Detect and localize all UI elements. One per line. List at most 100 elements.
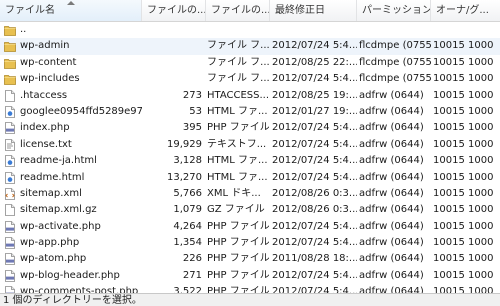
file-name: index.php bbox=[20, 122, 70, 134]
owner-group: 10015 1000 bbox=[433, 269, 494, 281]
file-list: .. wp-admin ファイル フ... 2012/07/24 5:4... flcd… bbox=[0, 22, 500, 301]
permissions: adfrw (0644) bbox=[359, 253, 424, 265]
file-icon bbox=[4, 204, 16, 217]
file-row[interactable]: .htaccess 273 HTACCESS... 2012/08/25 19:...… bbox=[0, 88, 500, 104]
file-size: 226 bbox=[182, 253, 202, 265]
file-size: 1,079 bbox=[173, 204, 202, 216]
file-size: 53 bbox=[189, 105, 202, 117]
column-header-bar: ファイル名 ファイルの... ファイルの... 最終修正日 パーミッション オー… bbox=[0, 0, 500, 22]
column-header-label: 最終修正日 bbox=[275, 5, 325, 16]
file-row[interactable]: wp-activate.php 4,264 PHP ファイル 2012/07/24 5… bbox=[0, 219, 500, 235]
column-header-owner-group[interactable]: オーナ/グ... bbox=[431, 0, 500, 21]
file-row[interactable]: readme.html 13,270 HTML ファ... 2012/07/24 5:… bbox=[0, 170, 500, 186]
owner-group: 10015 1000 bbox=[433, 204, 494, 216]
file-icon bbox=[4, 89, 16, 102]
file-size: 5,766 bbox=[173, 187, 202, 199]
owner-group: 10015 1000 bbox=[433, 56, 494, 68]
modified-date: 2012/07/24 5:4... bbox=[272, 122, 357, 134]
permissions: adfrw (0644) bbox=[359, 155, 424, 167]
column-header-permissions[interactable]: パーミッション bbox=[357, 0, 431, 21]
file-row[interactable]: wp-atom.php 226 PHP ファイル 2011/08/28 18:... a… bbox=[0, 251, 500, 267]
file-type: XML ドキ... bbox=[207, 187, 261, 199]
owner-group: 10015 1000 bbox=[433, 187, 494, 199]
html-file-icon bbox=[4, 171, 16, 184]
file-name: .. bbox=[20, 24, 27, 35]
status-bar: 1 個のディレクトリーを選択。 bbox=[0, 293, 500, 306]
permissions: adfrw (0644) bbox=[359, 171, 424, 183]
file-size: 19,929 bbox=[167, 138, 202, 150]
modified-date: 2012/08/26 0:3... bbox=[272, 187, 357, 199]
file-type: ファイル フ... bbox=[207, 56, 269, 68]
file-row[interactable]: index.php 395 PHP ファイル 2012/07/24 5:4... adf… bbox=[0, 120, 500, 136]
folder-row[interactable]: wp-includes ファイル フ... 2012/07/24 5:4... flc… bbox=[0, 71, 500, 87]
column-header-label: ファイルの... bbox=[147, 5, 206, 16]
permissions: adfrw (0644) bbox=[359, 220, 424, 232]
file-name: sitemap.xml bbox=[20, 187, 82, 199]
file-name: wp-content bbox=[20, 56, 77, 68]
folder-icon bbox=[4, 57, 16, 69]
permissions: adfrw (0644) bbox=[359, 269, 424, 281]
owner-group: 10015 1000 bbox=[433, 155, 494, 167]
owner-group: 10015 1000 bbox=[433, 40, 494, 52]
permissions: adfrw (0644) bbox=[359, 105, 424, 117]
modified-date: 2012/07/24 5:4... bbox=[272, 269, 357, 281]
xml-file-icon bbox=[4, 188, 16, 200]
file-type: ファイル フ... bbox=[207, 40, 269, 52]
file-row[interactable]: license.txt 19,929 テキストフ... 2012/07/24 5:4.… bbox=[0, 137, 500, 153]
file-name: googlee0954ffd5289e973.h... bbox=[20, 105, 142, 117]
permissions: flcdmpe (0755) bbox=[359, 73, 431, 85]
permissions: adfrw (0644) bbox=[359, 89, 424, 101]
php-file-icon bbox=[4, 253, 16, 266]
folder-row[interactable]: .. bbox=[0, 22, 500, 38]
file-size: 4,264 bbox=[173, 220, 202, 232]
file-size: 3,128 bbox=[173, 155, 202, 167]
sort-ascending-icon bbox=[66, 1, 75, 5]
permissions: flcdmpe (0755) bbox=[359, 40, 431, 52]
file-row[interactable]: sitemap.xml 5,766 XML ドキ... 2012/08/26 0:3.… bbox=[0, 186, 500, 202]
file-row[interactable]: wp-blog-header.php 271 PHP ファイル 2012/07/24 … bbox=[0, 268, 500, 284]
permissions: adfrw (0644) bbox=[359, 237, 424, 249]
file-row[interactable]: readme-ja.html 3,128 HTML ファ... 2012/07/24 … bbox=[0, 153, 500, 169]
owner-group: 10015 1000 bbox=[433, 122, 494, 134]
php-file-icon bbox=[4, 220, 16, 233]
modified-date: 2012/07/24 5:4... bbox=[272, 237, 357, 249]
file-type: HTML ファ... bbox=[207, 171, 268, 183]
permissions: adfrw (0644) bbox=[359, 204, 424, 216]
file-name: license.txt bbox=[20, 138, 72, 150]
file-size: 271 bbox=[182, 269, 202, 281]
folder-row[interactable]: wp-content ファイル フ... 2012/08/25 22:... flcd… bbox=[0, 55, 500, 71]
file-size: 13,270 bbox=[167, 171, 202, 183]
modified-date: 2012/07/24 5:4... bbox=[272, 155, 357, 167]
file-type: テキストフ... bbox=[207, 138, 267, 150]
modified-date: 2012/08/25 22:... bbox=[272, 56, 357, 68]
file-name: wp-activate.php bbox=[20, 220, 101, 232]
modified-date: 2012/01/27 19:... bbox=[272, 105, 357, 117]
column-header-filesize[interactable]: ファイルの... bbox=[142, 0, 206, 21]
column-header-last-modified[interactable]: 最終修正日 bbox=[270, 0, 357, 21]
permissions: adfrw (0644) bbox=[359, 187, 424, 199]
file-size: 273 bbox=[182, 89, 202, 101]
column-header-filename[interactable]: ファイル名 bbox=[0, 0, 142, 21]
column-header-label: ファイルの... bbox=[211, 5, 270, 16]
modified-date: 2012/07/24 5:4... bbox=[272, 220, 357, 232]
file-row[interactable]: sitemap.xml.gz 1,079 GZ ファイル 2012/08/26 0:3… bbox=[0, 202, 500, 218]
file-type: PHP ファイル bbox=[207, 253, 269, 265]
column-header-filetype[interactable]: ファイルの... bbox=[206, 0, 270, 21]
modified-date: 2012/07/24 5:4... bbox=[272, 138, 357, 150]
column-header-label: オーナ/グ... bbox=[436, 5, 489, 16]
file-type: GZ ファイル bbox=[207, 204, 265, 216]
owner-group: 10015 1000 bbox=[433, 253, 494, 265]
owner-group: 10015 1000 bbox=[433, 105, 494, 117]
file-row[interactable]: googlee0954ffd5289e973.h... 53 HTML ファ... 2… bbox=[0, 104, 500, 120]
file-type: ファイル フ... bbox=[207, 73, 269, 85]
modified-date: 2012/08/26 0:3... bbox=[272, 204, 357, 216]
owner-group: 10015 1000 bbox=[433, 220, 494, 232]
file-row[interactable]: wp-app.php 1,354 PHP ファイル 2012/07/24 5:4...… bbox=[0, 235, 500, 251]
file-name: wp-includes bbox=[20, 73, 80, 85]
modified-date: 2011/08/28 18:... bbox=[272, 253, 357, 265]
folder-row[interactable]: wp-admin ファイル フ... 2012/07/24 5:4... flcdmp… bbox=[0, 38, 500, 55]
folder-icon bbox=[4, 40, 16, 53]
php-file-icon bbox=[4, 269, 16, 282]
column-header-label: ファイル名 bbox=[5, 5, 55, 16]
owner-group: 10015 1000 bbox=[433, 89, 494, 101]
